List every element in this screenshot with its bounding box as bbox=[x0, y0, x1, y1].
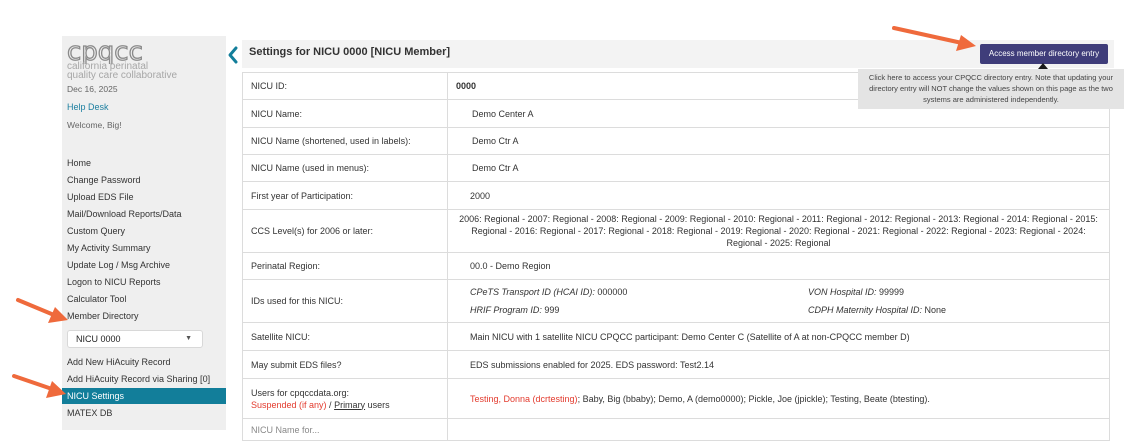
hrif-label: HRIF Program ID: bbox=[470, 305, 542, 315]
value-satellite: Main NICU with 1 satellite NICU CPQCC pa… bbox=[447, 322, 1110, 351]
nav-custom-query[interactable]: Custom Query bbox=[62, 223, 226, 239]
value-perinatal-region: 00.0 - Demo Region bbox=[447, 252, 1110, 280]
sidebar: cpqcc california perinatal quality care … bbox=[62, 36, 226, 430]
value-nicu-name-menus: Demo Ctr A bbox=[447, 154, 1110, 182]
other-users: ; Baby, Big (bbaby); Demo, A (demo0000);… bbox=[577, 393, 930, 404]
legend-separator: / bbox=[326, 399, 335, 410]
nav-logon-nicu-reports[interactable]: Logon to NICU Reports bbox=[62, 274, 226, 290]
annotation-arrow-icon bbox=[12, 374, 66, 398]
cdph-label: CDPH Maternity Hospital ID: bbox=[808, 305, 923, 315]
label-perinatal-region: Perinatal Region: bbox=[242, 252, 448, 280]
nav-home[interactable]: Home bbox=[62, 155, 226, 171]
page-title: Settings for NICU 0000 [NICU Member] bbox=[249, 46, 451, 58]
nav-add-new-hiacuity[interactable]: Add New HiAcuity Record bbox=[62, 354, 226, 370]
collapse-sidebar-button[interactable] bbox=[226, 44, 240, 66]
row-eds: May submit EDS files? EDS submissions en… bbox=[242, 350, 1110, 379]
annotation-arrow-icon bbox=[16, 298, 68, 323]
label-nicu-id: NICU ID: bbox=[242, 72, 448, 100]
nav-add-hiacuity-sharing[interactable]: Add HiAcuity Record via Sharing [0] bbox=[62, 371, 226, 387]
von-label: VON Hospital ID: bbox=[808, 287, 877, 297]
caret-down-icon: ▼ bbox=[185, 335, 192, 342]
access-directory-button[interactable]: Access member directory entry bbox=[980, 44, 1108, 64]
cdph-id: CDPH Maternity Hospital ID: None bbox=[808, 305, 1108, 315]
cpets-id: CPeTS Transport ID (HCAI ID): 000000 bbox=[470, 287, 808, 297]
label-eds: May submit EDS files? bbox=[242, 350, 448, 379]
value-ids: CPeTS Transport ID (HCAI ID): 000000 VON… bbox=[447, 279, 1110, 323]
welcome-text: Welcome, Big! bbox=[67, 120, 122, 130]
label-ids: IDs used for this NICU: bbox=[242, 279, 448, 323]
ids-grid: CPeTS Transport ID (HCAI ID): 000000 VON… bbox=[470, 287, 1101, 315]
cpets-value: 000000 bbox=[594, 287, 628, 297]
value-eds: EDS submissions enabled for 2025. EDS pa… bbox=[447, 350, 1110, 379]
directory-tooltip: Click here to access your CPQCC director… bbox=[858, 69, 1124, 109]
row-nicu-name-menus: NICU Name (used in menus): Demo Ctr A bbox=[242, 154, 1110, 182]
nav-mail-download-reports[interactable]: Mail/Download Reports/Data bbox=[62, 206, 226, 222]
nicu-select[interactable]: NICU 0000 ▼ bbox=[67, 330, 203, 348]
value-users: Testing, Donna (dcrtesting); Baby, Big (… bbox=[447, 378, 1110, 419]
current-date: Dec 16, 2025 bbox=[67, 84, 118, 94]
row-users: Users for cpqccdata.org: Suspended (if a… bbox=[242, 378, 1110, 419]
tagline-line-2: quality care collaborative bbox=[67, 70, 178, 81]
label-nicu-name-menus: NICU Name (used in menus): bbox=[242, 154, 448, 182]
hrif-id: HRIF Program ID: 999 bbox=[470, 305, 808, 315]
nav-member-directory[interactable]: Member Directory bbox=[62, 308, 226, 324]
row-satellite: Satellite NICU: Main NICU with 1 satelli… bbox=[242, 322, 1110, 351]
label-nicu-name-short: NICU Name (shortened, used in labels): bbox=[242, 127, 448, 155]
label-satellite: Satellite NICU: bbox=[242, 322, 448, 351]
label-users: Users for cpqccdata.org: Suspended (if a… bbox=[242, 378, 448, 419]
nicu-select-value: NICU 0000 bbox=[76, 334, 121, 344]
help-desk-link[interactable]: Help Desk bbox=[67, 102, 109, 112]
row-ccs-levels: CCS Level(s) for 2006 or later: 2006: Re… bbox=[242, 209, 1110, 253]
label-first-year: First year of Participation: bbox=[242, 181, 448, 210]
settings-table: NICU ID: 0000 NICU Name: Demo Center A N… bbox=[242, 72, 1110, 441]
value-ccs-levels: 2006: Regional - 2007: Regional - 2008: … bbox=[447, 209, 1110, 253]
users-label-legend: Suspended (if any) / Primary users bbox=[251, 399, 439, 411]
annotation-arrow-icon bbox=[892, 26, 976, 51]
nav-my-activity-summary[interactable]: My Activity Summary bbox=[62, 240, 226, 256]
cdph-value: None bbox=[922, 305, 947, 315]
suspended-legend: Suspended (if any) bbox=[251, 399, 327, 410]
value-first-year: 2000 bbox=[447, 181, 1110, 210]
label-ccs-levels: CCS Level(s) for 2006 or later: bbox=[242, 209, 448, 253]
primary-legend: Primary bbox=[334, 399, 366, 410]
row-perinatal-region: Perinatal Region: 00.0 - Demo Region bbox=[242, 252, 1110, 280]
hrif-value: 999 bbox=[541, 305, 560, 315]
nav-matex-db[interactable]: MATEX DB bbox=[62, 405, 226, 421]
von-id: VON Hospital ID: 99999 bbox=[808, 287, 1108, 297]
row-first-year: First year of Participation: 2000 bbox=[242, 181, 1110, 210]
von-value: 99999 bbox=[876, 287, 905, 297]
nav-calculator-tool[interactable]: Calculator Tool bbox=[62, 291, 226, 307]
legend-users-word: users bbox=[365, 399, 390, 410]
label-nicu-name: NICU Name: bbox=[242, 99, 448, 128]
chevron-left-icon bbox=[228, 46, 238, 64]
nav-upload-eds-file[interactable]: Upload EDS File bbox=[62, 189, 226, 205]
row-nicu-name-short: NICU Name (shortened, used in labels): D… bbox=[242, 127, 1110, 155]
nav-nicu-settings[interactable]: NICU Settings bbox=[62, 388, 226, 404]
value-nicu-name-short: Demo Ctr A bbox=[447, 127, 1110, 155]
nav-update-log[interactable]: Update Log / Msg Archive bbox=[62, 257, 226, 273]
suspended-user[interactable]: Testing, Donna (dcrtesting) bbox=[470, 394, 578, 404]
cpets-label: CPeTS Transport ID (HCAI ID): bbox=[470, 287, 595, 297]
users-label-title: Users for cpqccdata.org: bbox=[251, 387, 350, 398]
row-ids: IDs used for this NICU: CPeTS Transport … bbox=[242, 279, 1110, 323]
nav-change-password[interactable]: Change Password bbox=[62, 172, 226, 188]
